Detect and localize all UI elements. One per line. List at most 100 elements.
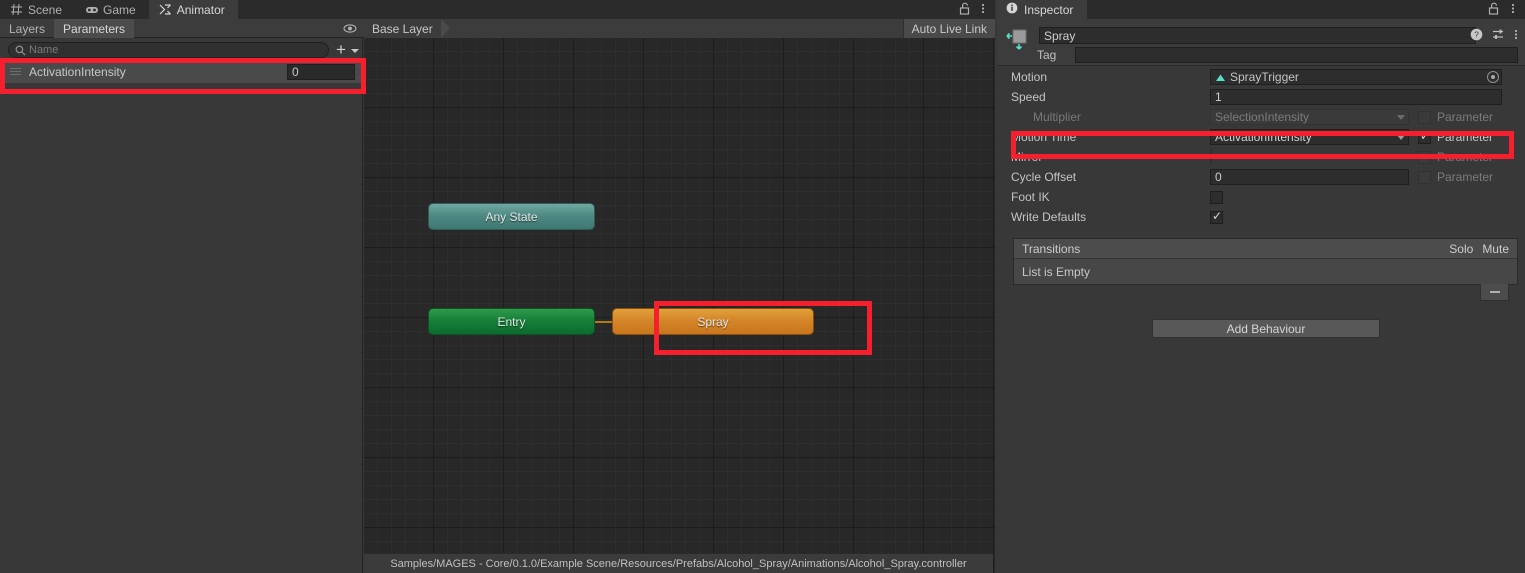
multiplier-value: SelectionIntensity (1215, 110, 1310, 124)
auto-live-link-button[interactable]: Auto Live Link (902, 19, 995, 38)
inspector-tab-bar: Inspector (997, 0, 1525, 19)
multiplier-dropdown: SelectionIntensity (1210, 109, 1409, 125)
speed-value: 1 (1215, 90, 1222, 104)
state-node-entry[interactable]: Entry (428, 308, 595, 335)
property-row-write-defaults: Write Defaults (997, 207, 1525, 227)
multiplier-parameter-toggle: Parameter (1418, 110, 1493, 124)
transitions-header-right: Solo Mute (1449, 242, 1509, 256)
breadcrumb[interactable]: Base Layer (364, 19, 439, 38)
multiplier-label: Multiplier (1033, 110, 1082, 124)
chevron-down-icon (1397, 134, 1405, 140)
breadcrumb-label: Base Layer (372, 21, 433, 36)
parameter-row[interactable]: ActivationIntensity 0 (0, 61, 363, 83)
cycle-offset-label: Cycle Offset (1011, 170, 1077, 184)
help-icon[interactable]: ? (1470, 28, 1483, 44)
chevron-down-icon[interactable] (351, 49, 359, 53)
multiplier-parameter-label: Parameter (1437, 110, 1494, 124)
parameter-value-input[interactable]: 0 (287, 64, 355, 80)
state-node-any-state-label: Any State (485, 209, 538, 224)
mirror-checkbox-wrap (1210, 149, 1409, 165)
state-node-spray-label: Spray (697, 314, 729, 329)
tab-game-label: Game (103, 2, 136, 17)
animator-state-icon (1004, 25, 1032, 53)
kebab-menu-icon[interactable] (1514, 28, 1518, 44)
inspector-properties: Motion SprayTrigger Speed 1 Multiplier S… (997, 67, 1525, 227)
tab-animator[interactable]: Animator (148, 0, 238, 19)
tab-parameters[interactable]: Parameters (54, 19, 135, 38)
minus-icon (1489, 291, 1500, 293)
transitions-list: Transitions Solo Mute List is Empty (1013, 238, 1518, 285)
motion-time-parameter-toggle[interactable]: Parameter (1418, 129, 1493, 144)
transitions-title: Transitions (1022, 241, 1081, 256)
tab-bar-controls (959, 0, 995, 19)
tab-bar-spacer (238, 0, 959, 19)
tab-animator-label: Animator (176, 2, 225, 17)
cycle-offset-input[interactable]: 0 (1210, 169, 1409, 185)
remove-transition-button[interactable] (1480, 284, 1509, 301)
speed-label: Speed (1011, 90, 1046, 104)
tab-scene-label: Scene (28, 2, 63, 17)
animation-clip-icon (1215, 72, 1226, 82)
cycle-offset-parameter-checkbox[interactable] (1418, 170, 1431, 184)
lock-open-icon[interactable] (1488, 2, 1500, 18)
add-behaviour-button[interactable]: Add Behaviour (1152, 319, 1380, 338)
write-defaults-checkbox[interactable] (1210, 209, 1223, 224)
auto-live-link-label: Auto Live Link (911, 21, 987, 36)
state-name-input[interactable]: Spray (1039, 27, 1476, 44)
search-input[interactable]: Name (8, 41, 329, 58)
motion-time-parameter-checkbox[interactable] (1418, 129, 1431, 144)
grid-icon (10, 3, 23, 16)
state-node-spray[interactable]: Spray (612, 308, 814, 335)
inspector-header-icons: ? (1470, 28, 1518, 44)
lock-open-icon[interactable] (959, 2, 971, 18)
kebab-menu-icon[interactable] (981, 2, 985, 18)
property-row-multiplier: Multiplier SelectionIntensity Parameter (997, 107, 1525, 127)
motion-time-dropdown[interactable]: ActivationIntensity (1210, 129, 1409, 145)
layer-param-tabs: Layers Parameters (0, 19, 363, 38)
object-picker-icon[interactable] (1487, 71, 1499, 83)
controller-path-statusbar: Samples/MAGES - Core/0.1.0/Example Scene… (364, 553, 993, 573)
kebab-menu-icon[interactable] (1511, 2, 1515, 18)
cycle-offset-value: 0 (1215, 170, 1222, 184)
transitions-mute-label: Mute (1482, 241, 1509, 256)
search-placeholder: Name (29, 43, 59, 56)
transitions-empty-label: List is Empty (1022, 264, 1091, 279)
multiplier-parameter-checkbox (1418, 110, 1431, 124)
info-icon (1006, 2, 1018, 17)
speed-input[interactable]: 1 (1210, 89, 1502, 105)
property-row-mirror: Mirror Parameter (997, 147, 1525, 167)
foot-ik-label: Foot IK (1011, 190, 1050, 204)
tag-input[interactable] (1075, 47, 1518, 63)
cycle-offset-parameter-toggle[interactable]: Parameter (1418, 170, 1493, 184)
inspector-header: Spray ? Tag (997, 19, 1525, 66)
write-defaults-label: Write Defaults (1011, 210, 1087, 224)
motion-time-value: ActivationIntensity (1215, 130, 1312, 144)
motion-object-field[interactable]: SprayTrigger (1210, 69, 1502, 85)
tab-inspector[interactable]: Inspector (997, 0, 1088, 19)
tab-layers[interactable]: Layers (0, 19, 54, 38)
mirror-checkbox[interactable] (1210, 149, 1212, 165)
search-icon (15, 45, 26, 55)
animator-layer-bar: Layers Parameters Base Layer Auto Live L… (0, 19, 995, 38)
foot-ik-checkbox[interactable] (1210, 190, 1223, 204)
animator-icon (159, 3, 172, 16)
drag-handle-icon[interactable] (10, 67, 22, 77)
inspector-tab-controls (1488, 0, 1525, 19)
tag-label: Tag (1037, 48, 1057, 62)
add-parameter-button[interactable]: + (332, 41, 350, 58)
animator-graph-canvas[interactable]: Any State Entry Spray (364, 38, 995, 573)
animator-window: Scene Game Animator Layers Parameters Ba… (0, 0, 995, 573)
controller-path-label: Samples/MAGES - Core/0.1.0/Example Scene… (390, 557, 967, 570)
transitions-header: Transitions Solo Mute (1014, 239, 1517, 259)
tab-scene[interactable]: Scene (0, 0, 75, 19)
mirror-parameter-toggle: Parameter (1418, 150, 1493, 164)
motion-value: SprayTrigger (1230, 70, 1299, 84)
mirror-parameter-label: Parameter (1437, 150, 1494, 164)
state-node-any-state[interactable]: Any State (428, 203, 595, 230)
eye-icon[interactable] (343, 22, 357, 35)
preset-icon[interactable] (1492, 28, 1505, 44)
motion-time-label: Motion Time (1011, 130, 1077, 144)
chevron-down-icon (1397, 114, 1405, 120)
tab-game[interactable]: Game (75, 0, 149, 19)
tab-layers-label: Layers (9, 21, 46, 36)
